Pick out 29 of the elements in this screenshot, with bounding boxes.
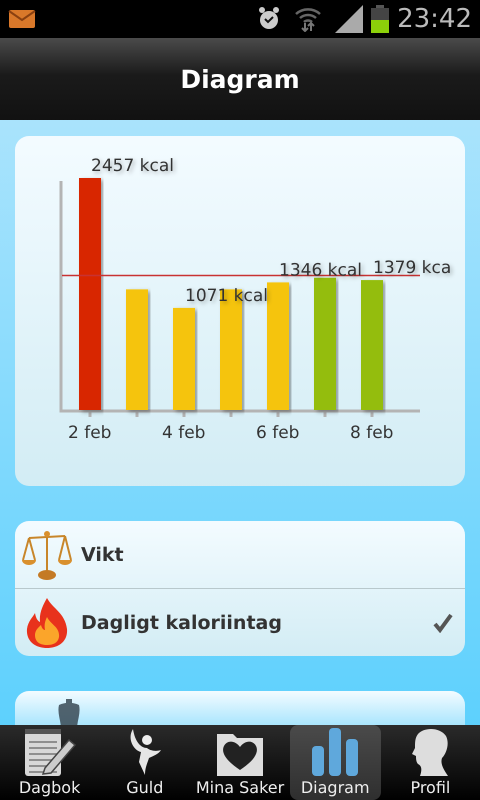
scale-icon <box>21 528 73 580</box>
option-row[interactable]: Vikt <box>15 521 465 588</box>
option-row[interactable]: Dagligt kaloriintag <box>15 588 465 656</box>
battery-icon <box>371 5 390 33</box>
clock-time: 23:42 <box>397 4 472 34</box>
value-label: 2457 kcal <box>91 156 174 176</box>
tab[interactable]: Mina Saker <box>194 725 286 800</box>
tab[interactable]: Dagbok <box>4 725 96 800</box>
signal-icon <box>335 5 364 33</box>
axis-label: 6 feb <box>256 423 300 443</box>
option-label: Dagligt kaloriintag <box>81 612 283 634</box>
bar-chart-icon <box>312 728 358 776</box>
axis-label: 8 feb <box>350 423 394 443</box>
axis-label: 2 feb <box>68 423 112 443</box>
flame-icon <box>25 596 69 648</box>
tab[interactable]: Guld <box>99 725 190 800</box>
wifi-icon <box>295 6 322 32</box>
tab[interactable]: Profil <box>384 725 476 800</box>
notepad-icon <box>22 728 77 776</box>
value-label: 1379 kca <box>373 258 452 278</box>
option-label: Vikt <box>81 544 125 566</box>
mail-icon <box>8 8 38 30</box>
screen-title: Diagram <box>180 64 300 94</box>
value-label: 1346 kcal <box>279 260 362 280</box>
checkmark-icon <box>433 612 453 632</box>
head-silhouette-icon <box>410 728 450 776</box>
alarm-clock-icon <box>257 6 282 32</box>
tab[interactable]: Diagram <box>290 725 381 800</box>
axis-label: 4 feb <box>162 423 206 443</box>
